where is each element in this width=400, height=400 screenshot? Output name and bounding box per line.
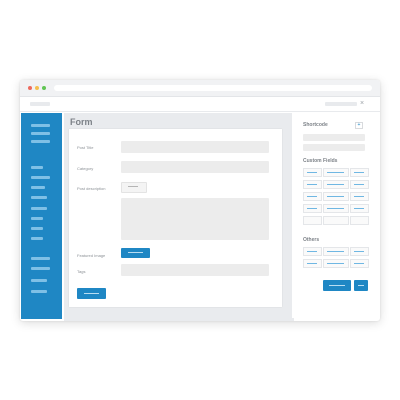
chip-label-line bbox=[327, 172, 344, 173]
sidebar-item[interactable] bbox=[31, 196, 47, 199]
sidebar-item[interactable] bbox=[31, 237, 43, 240]
submit-button[interactable] bbox=[77, 288, 106, 299]
chip-label-line bbox=[327, 263, 344, 264]
chip-label-line bbox=[307, 172, 317, 173]
toolbar-placeholder-left bbox=[30, 102, 50, 106]
chip-label-line bbox=[327, 196, 344, 197]
field-chip[interactable] bbox=[303, 204, 322, 213]
sidebar-item[interactable] bbox=[31, 267, 50, 270]
toolbar-placeholder-right bbox=[325, 102, 357, 106]
chip-label-line bbox=[354, 251, 364, 252]
field-chip[interactable] bbox=[303, 247, 322, 256]
save-form-button[interactable] bbox=[323, 280, 351, 291]
tags-input[interactable] bbox=[121, 264, 269, 276]
sidebar-item[interactable] bbox=[31, 186, 45, 189]
chip-label-line bbox=[327, 251, 344, 252]
close-icon[interactable]: × bbox=[360, 99, 364, 108]
field-chip[interactable] bbox=[350, 259, 369, 268]
chip-label-line bbox=[307, 196, 317, 197]
button-label-line bbox=[329, 285, 345, 286]
field-chip[interactable] bbox=[323, 192, 349, 201]
shortcode-heading: Shortcode bbox=[303, 122, 328, 128]
upload-image-button[interactable] bbox=[121, 248, 150, 258]
shortcode-field[interactable] bbox=[303, 144, 365, 151]
button-label-line bbox=[84, 293, 99, 294]
chip-label-line bbox=[354, 208, 364, 209]
field-chip[interactable] bbox=[323, 216, 349, 225]
plus-icon[interactable]: + bbox=[355, 122, 363, 129]
page-title: Form bbox=[70, 117, 93, 127]
featured-image-label: Featured Image bbox=[77, 253, 106, 258]
sidebar-item[interactable] bbox=[31, 290, 47, 293]
field-chip[interactable] bbox=[350, 204, 369, 213]
shortcode-field[interactable] bbox=[303, 134, 365, 141]
post-description-label: Post description bbox=[77, 186, 106, 191]
chip-label-line bbox=[307, 208, 317, 209]
category-select[interactable] bbox=[121, 161, 269, 173]
field-chip[interactable] bbox=[303, 180, 322, 189]
chip-label-line bbox=[327, 208, 344, 209]
sidebar bbox=[21, 113, 62, 319]
chip-label-line bbox=[354, 196, 364, 197]
sidebar-item[interactable] bbox=[31, 217, 43, 220]
field-chip[interactable] bbox=[350, 192, 369, 201]
form-card: Post Title Category Post description Fea… bbox=[69, 129, 282, 307]
button-label-line bbox=[128, 252, 143, 253]
chip-label-line bbox=[327, 184, 344, 185]
form-settings-panel: Shortcode + Custom Fields Others bbox=[292, 112, 377, 318]
field-chip[interactable] bbox=[350, 168, 369, 177]
post-title-input[interactable] bbox=[121, 141, 269, 153]
field-chip[interactable] bbox=[350, 180, 369, 189]
chip-label-line bbox=[354, 184, 364, 185]
field-chip[interactable] bbox=[323, 259, 349, 268]
button-label-line bbox=[358, 285, 364, 286]
chip-label-line bbox=[307, 251, 317, 252]
category-label: Category bbox=[77, 166, 94, 171]
field-chip[interactable] bbox=[303, 192, 322, 201]
others-heading: Others bbox=[303, 237, 320, 243]
sidebar-item[interactable] bbox=[31, 176, 50, 179]
post-description-textarea[interactable] bbox=[121, 198, 269, 240]
field-chip[interactable] bbox=[323, 180, 349, 189]
button-label-line bbox=[128, 186, 138, 187]
field-chip[interactable] bbox=[303, 216, 322, 225]
sidebar-item[interactable] bbox=[31, 132, 50, 135]
close-window-dot[interactable] bbox=[28, 86, 32, 90]
maximize-window-dot[interactable] bbox=[42, 86, 46, 90]
sidebar-item[interactable] bbox=[31, 207, 47, 210]
field-chip[interactable] bbox=[303, 259, 322, 268]
field-chip[interactable] bbox=[350, 247, 369, 256]
field-chip[interactable] bbox=[323, 247, 349, 256]
chip-label-line bbox=[307, 263, 317, 264]
app-toolbar: × bbox=[20, 97, 380, 112]
sidebar-item[interactable] bbox=[31, 257, 50, 260]
sidebar-item[interactable] bbox=[31, 227, 43, 230]
chip-label-line bbox=[354, 172, 364, 173]
field-chip[interactable] bbox=[350, 216, 369, 225]
title-bar bbox=[20, 80, 380, 97]
sidebar-item[interactable] bbox=[31, 140, 50, 143]
preview-button[interactable] bbox=[354, 280, 368, 291]
chip-label-line bbox=[354, 263, 364, 264]
tags-label: Tags bbox=[77, 269, 86, 274]
field-chip[interactable] bbox=[323, 204, 349, 213]
sidebar-item[interactable] bbox=[31, 279, 47, 282]
sidebar-item[interactable] bbox=[31, 166, 43, 169]
sidebar-item[interactable] bbox=[31, 124, 50, 127]
minimize-window-dot[interactable] bbox=[35, 86, 39, 90]
post-title-label: Post Title bbox=[77, 145, 94, 150]
field-chip[interactable] bbox=[323, 168, 349, 177]
main-content: Form Post Title Category Post descriptio… bbox=[64, 113, 294, 321]
custom-fields-heading: Custom Fields bbox=[303, 158, 338, 164]
add-media-button[interactable] bbox=[121, 182, 147, 193]
chip-label-line bbox=[307, 184, 317, 185]
field-chip[interactable] bbox=[303, 168, 322, 177]
address-bar[interactable] bbox=[54, 85, 372, 91]
